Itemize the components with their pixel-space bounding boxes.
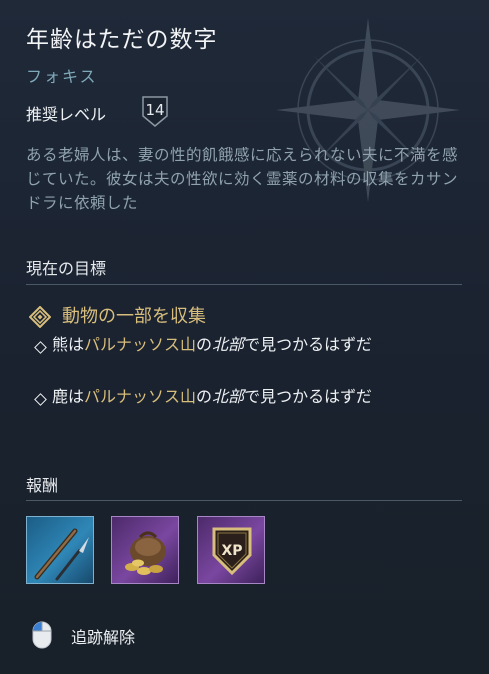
bullet-diamond-icon — [34, 393, 47, 406]
objective-marker-icon — [29, 306, 51, 328]
location-text: パルナッソス山 — [84, 335, 197, 354]
particle-text: の — [196, 335, 213, 354]
xp-badge-icon: XP — [212, 527, 252, 576]
rest-text: で見つかるはずだ — [244, 387, 372, 406]
rest-text: で見つかるはずだ — [244, 335, 372, 354]
animal-text: 鹿は — [52, 387, 85, 406]
xp-label: XP — [221, 543, 242, 559]
sub-objective-bear: 熊はパルナッソス山の北部で見つかるはずだ — [52, 333, 452, 357]
spear-icon — [34, 528, 89, 581]
quest-region: フォキス — [26, 67, 98, 86]
quest-title: 年齢はただの数字 — [26, 27, 218, 53]
divider — [26, 500, 462, 501]
quest-details-panel: 年齢はただの数字 フォキス 推奨レベル 14 ある老婦人は、妻の性的飢餓感に応え… — [0, 0, 489, 674]
location-text: パルナッソス山 — [84, 387, 197, 406]
bullet-diamond-icon — [34, 341, 47, 354]
direction-text: 北部 — [212, 335, 245, 354]
rewards-header: 報酬 — [26, 476, 59, 495]
particle-text: の — [196, 387, 213, 406]
current-objective-header: 現在の目標 — [26, 259, 107, 278]
reward-spear[interactable] — [26, 516, 94, 584]
untrack-quest-button[interactable]: 追跡解除 — [71, 624, 135, 648]
mouse-left-click-icon — [32, 621, 52, 649]
direction-text: 北部 — [212, 387, 245, 406]
drachmae-pouch-icon — [125, 531, 166, 575]
divider — [26, 284, 462, 285]
quest-description: ある老婦人は、妻の性的飢餓感に応えられない夫に不満を感じていた。彼女は夫の性欲に… — [26, 146, 459, 212]
sub-objective-deer: 鹿はパルナッソス山の北部で見つかるはずだ — [52, 385, 452, 409]
reward-drachmae[interactable] — [111, 516, 179, 584]
animal-text: 熊は — [52, 335, 85, 354]
recommended-level-value: 14 — [145, 101, 165, 119]
objective-title: 動物の一部を収集 — [62, 306, 206, 327]
recommended-level-label: 推奨レベル — [26, 105, 107, 124]
reward-xp[interactable]: XP — [197, 516, 265, 584]
